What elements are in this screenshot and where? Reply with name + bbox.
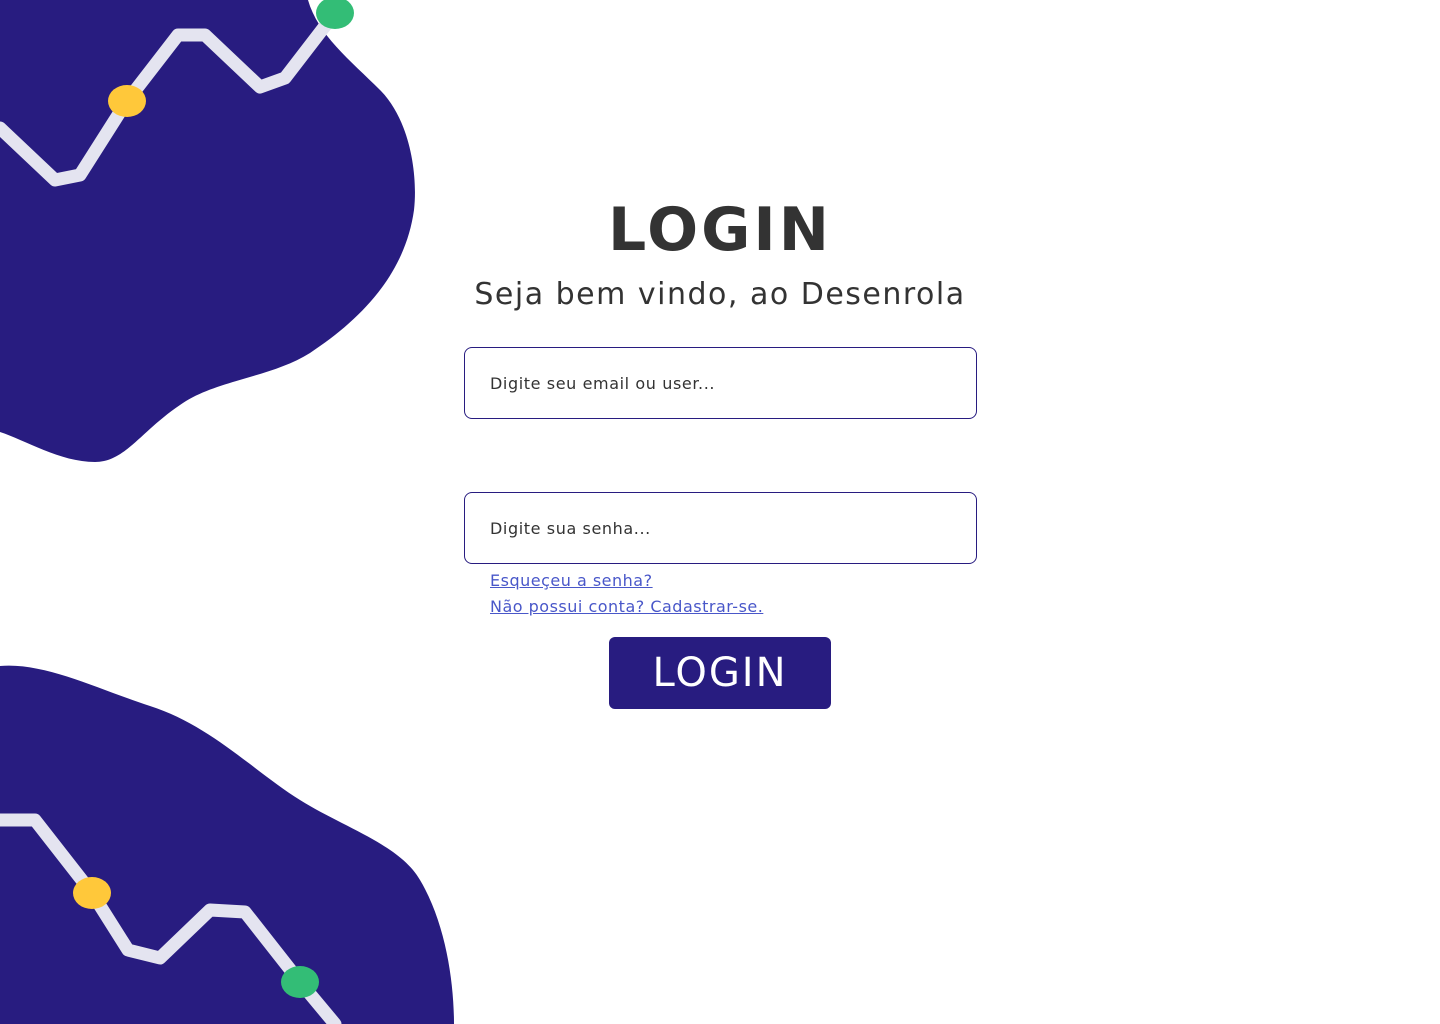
signup-link[interactable]: Não possui conta? Cadastrar-se. [490,597,763,617]
bottom-blob [0,665,454,1024]
password-field[interactable] [464,492,977,564]
top-yellow-dot [108,85,146,117]
page-title: LOGIN [608,195,832,265]
email-field[interactable] [464,347,977,419]
welcome-subtitle: Seja bem vindo, ao Desenrola [474,277,966,312]
login-page: LOGIN Seja bem vindo, ao Desenrola Esque… [0,0,1440,1024]
bottom-yellow-dot [73,877,111,909]
bottom-green-dot [281,966,319,998]
forgot-password-link[interactable]: Esqueçeu a senha? [490,571,653,591]
login-button[interactable]: LOGIN [609,637,831,709]
